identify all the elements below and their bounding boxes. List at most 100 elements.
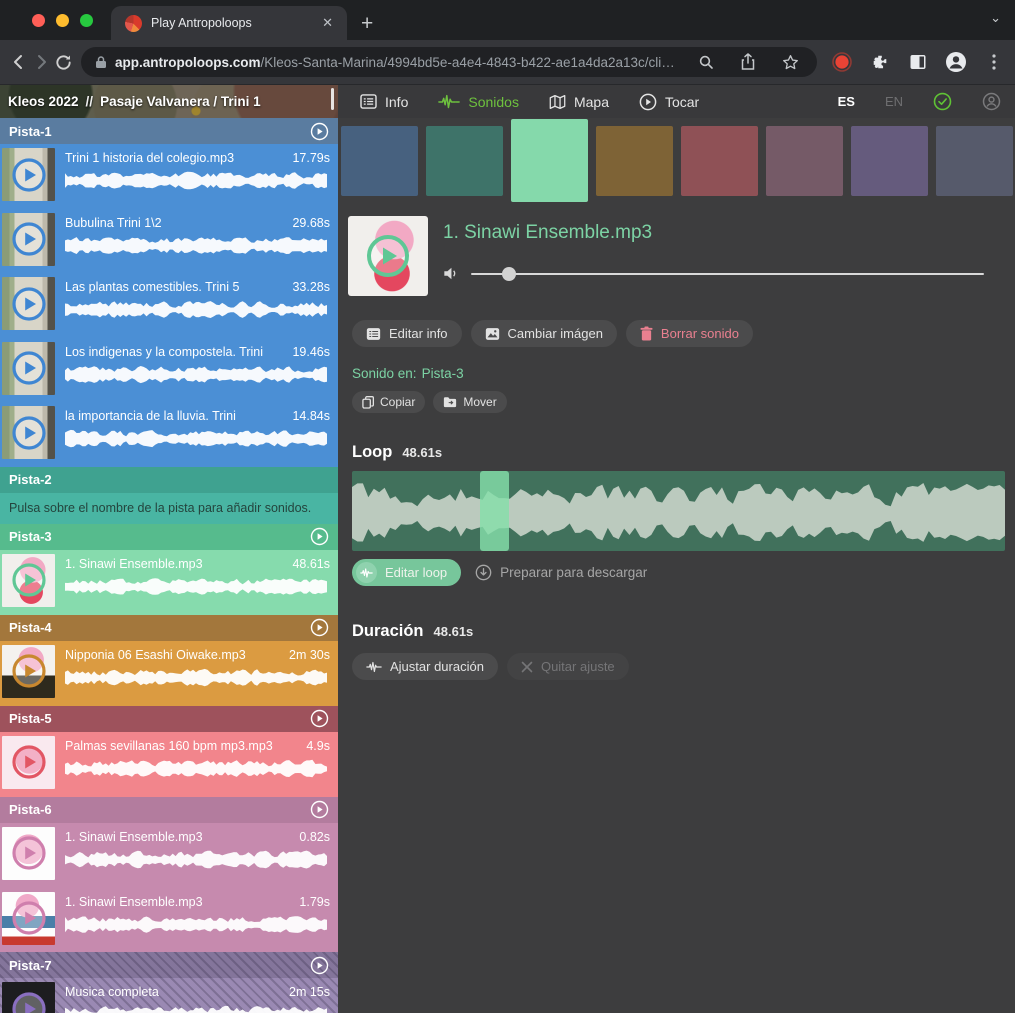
lang-es[interactable]: ES — [838, 94, 855, 109]
breadcrumb[interactable]: Kleos 2022 // Pasaje Valvanera / Trini 1 — [0, 85, 338, 118]
record-extension-icon[interactable] — [827, 47, 857, 77]
account-icon[interactable] — [982, 92, 1001, 111]
macos-traffic-lights[interactable] — [0, 0, 111, 40]
clip-play-overlay-icon[interactable] — [11, 286, 47, 322]
clip-play-overlay-icon[interactable] — [11, 835, 47, 871]
search-icon[interactable] — [691, 47, 721, 77]
clip-play-overlay-icon[interactable] — [11, 157, 47, 193]
track-header-pista-5[interactable]: Pista-5 — [0, 706, 338, 732]
play-overlay-icon[interactable] — [366, 234, 410, 278]
sync-check-icon[interactable] — [933, 92, 952, 111]
clip-pista-7-1[interactable]: Musica completa2m 15s — [0, 978, 338, 1013]
track-swatch-5[interactable] — [681, 126, 758, 196]
clip-pista-1-5[interactable]: la importancia de la lluvia. Trini14.84s — [0, 402, 338, 467]
tab-close-icon[interactable]: ✕ — [318, 13, 337, 33]
clip-pista-3-1[interactable]: 1. Sinawi Ensemble.mp348.61s — [0, 550, 338, 615]
extensions-puzzle-icon[interactable] — [865, 47, 895, 77]
tab-sonidos[interactable]: Sonidos — [438, 94, 519, 110]
browser-menu-icon[interactable] — [979, 47, 1009, 77]
clip-play-overlay-icon[interactable] — [11, 991, 47, 1013]
track-swatch-7[interactable] — [851, 126, 928, 196]
close-window-button[interactable] — [32, 14, 45, 27]
new-tab-button[interactable]: + — [347, 12, 373, 40]
clip-pista-1-1[interactable]: Trini 1 historia del colegio.mp317.79s — [0, 144, 338, 209]
clip-thumbnail[interactable] — [2, 892, 55, 945]
clip-thumbnail[interactable] — [2, 277, 55, 330]
track-play-icon[interactable] — [310, 618, 329, 637]
track-header-pista-7[interactable]: Pista-7 — [0, 952, 338, 978]
bookmark-star-icon[interactable] — [775, 47, 805, 77]
clip-play-overlay-icon[interactable] — [11, 900, 47, 936]
delete-sound-button[interactable]: Borrar sonido — [626, 320, 753, 347]
tab-search-chevron-icon[interactable]: ⌄ — [990, 10, 1001, 26]
clip-thumbnail[interactable] — [2, 213, 55, 266]
breadcrumb-path[interactable]: Pasaje Valvanera / Trini 1 — [100, 94, 261, 109]
copy-button[interactable]: Copiar — [352, 391, 425, 413]
maximize-window-button[interactable] — [80, 14, 93, 27]
move-button[interactable]: Mover — [433, 391, 506, 413]
volume-slider[interactable] — [471, 273, 984, 275]
track-play-icon[interactable] — [310, 800, 329, 819]
track-header-pista-2[interactable]: Pista-2 — [0, 467, 338, 493]
track-header-pista-1[interactable]: Pista-1 — [0, 118, 338, 144]
url-bar[interactable]: app.antropoloops.com/Kleos-Santa-Marina/… — [81, 47, 817, 77]
track-swatch-6[interactable] — [766, 126, 843, 196]
track-swatch-1[interactable] — [341, 126, 418, 196]
clip-pista-1-2[interactable]: Bubulina Trini 1\229.68s — [0, 209, 338, 274]
sidebar-scrollbar[interactable] — [331, 88, 334, 110]
clip-thumbnail[interactable] — [2, 736, 55, 789]
clip-pista-1-3[interactable]: Las plantas comestibles. Trini 533.28s — [0, 273, 338, 338]
track-play-icon[interactable] — [310, 527, 329, 546]
clip-thumbnail[interactable] — [2, 827, 55, 880]
sound-in-track-link[interactable]: Pista-3 — [422, 366, 464, 381]
track-play-icon[interactable] — [310, 709, 329, 728]
volume-slider-handle[interactable] — [502, 267, 516, 281]
edit-info-button[interactable]: Editar info — [352, 320, 462, 347]
track-swatch-4[interactable] — [596, 126, 673, 196]
lang-en[interactable]: EN — [885, 94, 903, 109]
clip-thumbnail[interactable] — [2, 645, 55, 698]
adjust-duration-button[interactable]: Ajustar duración — [352, 653, 498, 680]
track-play-icon[interactable] — [310, 122, 329, 141]
loop-waveform[interactable] — [352, 471, 1005, 551]
clip-thumbnail[interactable] — [2, 342, 55, 395]
clip-play-overlay-icon[interactable] — [11, 562, 47, 598]
browser-tab[interactable]: Play Antropoloops ✕ — [111, 6, 347, 40]
clip-thumbnail[interactable] — [2, 554, 55, 607]
track-header-pista-3[interactable]: Pista-3 — [0, 524, 338, 550]
track-header-pista-6[interactable]: Pista-6 — [0, 797, 338, 823]
tab-tocar[interactable]: Tocar — [639, 93, 699, 111]
change-image-button[interactable]: Cambiar imágen — [471, 320, 617, 347]
profile-avatar[interactable] — [941, 47, 971, 77]
volume-icon[interactable] — [443, 266, 459, 281]
sound-image[interactable] — [348, 216, 428, 296]
track-play-icon[interactable] — [310, 956, 329, 975]
clip-thumbnail[interactable] — [2, 148, 55, 201]
minimize-window-button[interactable] — [56, 14, 69, 27]
clip-play-overlay-icon[interactable] — [11, 350, 47, 386]
clip-pista-5-1[interactable]: Palmas sevillanas 160 bpm mp3.mp34.9s — [0, 732, 338, 797]
clip-play-overlay-icon[interactable] — [11, 744, 47, 780]
loop-playhead-band[interactable] — [480, 471, 509, 551]
remove-adjust-button[interactable]: Quitar ajuste — [507, 653, 629, 680]
track-swatch-2[interactable] — [426, 126, 503, 196]
clip-play-overlay-icon[interactable] — [11, 221, 47, 257]
forward-button[interactable] — [32, 47, 50, 77]
prepare-download-button[interactable]: Preparar para descargar — [475, 564, 647, 581]
reload-button[interactable] — [54, 47, 73, 77]
clip-play-overlay-icon[interactable] — [11, 653, 47, 689]
breadcrumb-project[interactable]: Kleos 2022 — [8, 94, 79, 109]
tab-info[interactable]: Info — [360, 94, 408, 110]
track-swatch-8[interactable] — [936, 126, 1013, 196]
clip-thumbnail[interactable] — [2, 406, 55, 459]
share-icon[interactable] — [733, 47, 763, 77]
tab-mapa[interactable]: Mapa — [549, 94, 609, 110]
side-panel-icon[interactable] — [903, 47, 933, 77]
track-empty-message[interactable]: Pulsa sobre el nombre de la pista para a… — [0, 493, 338, 524]
clip-pista-6-1[interactable]: 1. Sinawi Ensemble.mp30.82s — [0, 823, 338, 888]
clip-pista-1-4[interactable]: Los indigenas y la compostela. Trini19.4… — [0, 338, 338, 403]
clip-pista-6-2[interactable]: 1. Sinawi Ensemble.mp31.79s — [0, 888, 338, 953]
back-button[interactable] — [10, 47, 28, 77]
clip-thumbnail[interactable] — [2, 982, 55, 1013]
track-swatch-3[interactable] — [511, 119, 588, 202]
